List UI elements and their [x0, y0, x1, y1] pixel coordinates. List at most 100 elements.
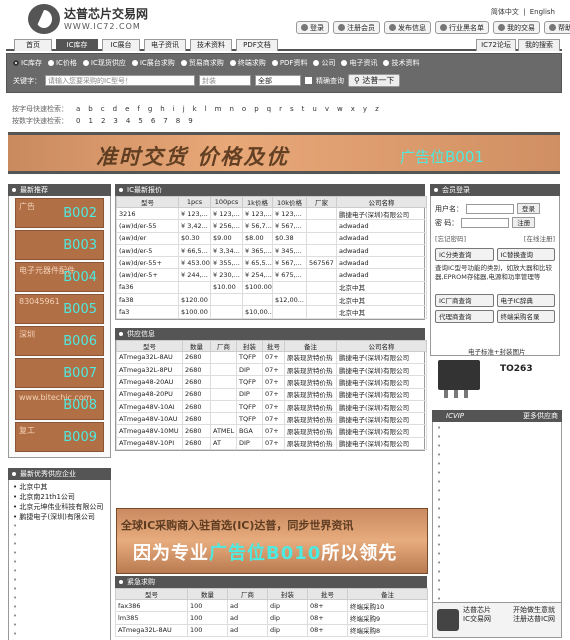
search-submit-button[interactable]: ⚲ 达普一下 [348, 74, 401, 87]
login-button[interactable]: 登录 [296, 21, 329, 34]
table-cell[interactable]: (aw)d/er-55+ [116, 256, 179, 270]
company-name[interactable]: 鹏捷电子(深圳)有限公司 [19, 513, 94, 521]
table-cell[interactable]: fa36 [116, 280, 179, 295]
table-row[interactable]: ATmega32L-8AU 2680 TQFP 07+ 原装现货特价热 鹏捷电子(深圳)有… [116, 350, 427, 364]
table-row[interactable]: ATmega32L-8PU 2680 DIP 07+ 原装现货特价热 鹏捷电子(深圳)有限… [116, 362, 427, 377]
table-row[interactable]: ATmega48-20PU 2680 DIP 07+ 原装现货特价热 鹏捷电子(深圳)有限… [116, 387, 427, 401]
category-select[interactable]: 全部 [255, 75, 301, 86]
username-input[interactable] [466, 203, 514, 214]
letter-link[interactable]: a [76, 105, 80, 113]
tab-home[interactable]: 首页 [14, 39, 52, 51]
letter-link[interactable]: w [337, 105, 343, 113]
table-cell[interactable]: ATmega48V-10AI [116, 399, 183, 414]
brand-name[interactable]: 达普芯片交易网 [64, 5, 148, 22]
recommend-ad[interactable]: 深圳 B006 [15, 326, 104, 356]
table-cell[interactable]: fa3 [116, 305, 179, 319]
company-item[interactable]: • 北京中其 [13, 482, 106, 492]
radio-company[interactable]: 公司 [313, 58, 335, 68]
table-row[interactable]: (aw)d/er $0.30 $9.00 $8.00 $0.38 adwadad [116, 231, 427, 245]
middle-banner-ad[interactable]: 全球IC采购商入驻首选(IC)达普，同步世界资讯 因为专业广告位B010所以领先 [116, 508, 428, 574]
letter-link[interactable]: h [160, 105, 164, 113]
agent-query-button[interactable]: 代理商查询 [435, 310, 494, 323]
package-input[interactable]: 封装 [199, 75, 251, 86]
letter-link[interactable]: r [279, 105, 282, 113]
letter-link[interactable]: y [363, 105, 367, 113]
chip-package-image[interactable]: 电子标准+封装图片 TO263 [432, 346, 562, 406]
table-cell[interactable]: (aw)d/er-5+ [116, 268, 179, 282]
letter-link[interactable]: p [254, 105, 258, 113]
digit-link[interactable]: 9 [188, 117, 192, 125]
letter-link[interactable]: k [193, 105, 197, 113]
table-cell[interactable]: lm385 [115, 611, 188, 625]
radio-ic-price[interactable]: IC价格 [47, 58, 77, 68]
password-input[interactable] [461, 217, 510, 228]
table-row[interactable]: fa36 $10.00 $100.00 北京中其 [116, 280, 427, 295]
table-row[interactable]: fax386 100 ad dip 08+ 终端采购10 [115, 598, 428, 613]
digit-link[interactable]: 2 [101, 117, 105, 125]
letter-link[interactable]: e [125, 105, 129, 113]
top-banner-ad[interactable]: 准时交货 价格及优 广告位B001 [8, 132, 560, 174]
table-cell[interactable]: ATmega48V-10PI [116, 436, 183, 451]
letter-link[interactable]: x [351, 105, 355, 113]
exact-checkbox[interactable] [305, 77, 312, 84]
letter-link[interactable]: u [312, 105, 316, 113]
tab-tech[interactable]: 技术资料 [190, 39, 232, 51]
digit-link[interactable]: 0 [76, 117, 80, 125]
table-row[interactable]: ATmega48V-10AI 2680 TQFP 07+ 原装现货特价热 鹏捷电子(深圳)… [116, 399, 427, 414]
recommend-ad[interactable]: 83045961 B005 [15, 294, 104, 324]
recommend-ad[interactable]: 复工 B009 [15, 422, 104, 452]
my-trade-button[interactable]: 我的交易 [493, 21, 540, 34]
table-row[interactable]: ATmega48V-10AU 2680 TQFP 07+ 原装现货特价热 鹏捷电子(深圳)… [116, 412, 427, 426]
company-item[interactable]: • 鹏捷电子(深圳)有限公司 [13, 512, 106, 522]
table-cell[interactable]: (aw)d/er-5 [116, 243, 179, 258]
digit-link[interactable]: 8 [176, 117, 180, 125]
radio-trader-buy[interactable]: 贸易商求购 [180, 58, 224, 68]
letter-link[interactable]: c [101, 105, 105, 113]
letter-link[interactable]: l [205, 105, 207, 113]
letter-link[interactable]: b [88, 105, 92, 113]
table-cell[interactable]: 3216 [116, 206, 179, 221]
table-row[interactable]: (aw)d/er-5+ ¥ 244,... ¥ 230,... ¥ 254,... ¥ … [116, 268, 427, 282]
tab-ic-stock[interactable]: IC库存 [56, 39, 98, 51]
radio-terminal-buy[interactable]: 终端求购 [229, 58, 266, 68]
letter-link[interactable]: j [183, 105, 185, 113]
digit-link[interactable]: 5 [138, 117, 142, 125]
radio-news[interactable]: 电子资讯 [341, 58, 377, 68]
letter-link[interactable]: q [267, 105, 271, 113]
register-submit-button[interactable]: 注册 [512, 217, 536, 228]
digit-link[interactable]: 1 [88, 117, 92, 125]
recommend-ad[interactable]: www.bitechic.com B008 [15, 390, 104, 420]
recommend-ad[interactable]: 电子元器件配件 B004 [15, 262, 104, 292]
blacklist-button[interactable]: 行业黑名单 [435, 21, 489, 34]
lang-chinese[interactable]: 简体中文 [491, 8, 519, 16]
digit-link[interactable]: 4 [126, 117, 130, 125]
table-cell[interactable]: ATmega48-20PU [116, 387, 183, 401]
table-cell[interactable]: ATmega48V-10MU [116, 424, 183, 438]
radio-ic-stock[interactable]: IC库存 [13, 58, 42, 68]
tab-my-search[interactable]: 我的搜索 [518, 39, 560, 51]
letter-link[interactable]: t [302, 105, 305, 113]
letter-link[interactable]: m [215, 105, 222, 113]
online-register-link[interactable]: [在线注册] [524, 233, 555, 243]
table-row[interactable]: fa38 $120.00 $12,00... 北京中其 [116, 293, 427, 307]
footer-promo[interactable]: 达普芯片 IC交易网 开始做生意就 注册达普IC网 [432, 602, 562, 638]
login-submit-button[interactable]: 登录 [517, 203, 540, 214]
table-cell[interactable]: ATmega32L-8AU [116, 350, 183, 364]
table-row[interactable]: (aw)d/er-5 ¥ 66,5... ¥ 3,34... ¥ 365,... ¥ 3… [116, 243, 427, 258]
icvip-more-link[interactable]: 更多供应商 [523, 410, 558, 422]
publish-button[interactable]: 发布信息 [384, 21, 431, 34]
table-row[interactable]: lm385 100 ad dip 08+ 终端采购9 [115, 611, 428, 625]
table-row[interactable]: 3216 ¥ 123,... ¥ 123,... ¥ 123,... ¥ 123,...… [116, 206, 427, 221]
letter-link[interactable]: f [137, 105, 139, 113]
table-cell[interactable]: ATmega32L-8AU [115, 623, 188, 637]
radio-pdf[interactable]: PDF资料 [271, 58, 307, 68]
digit-link[interactable]: 3 [113, 117, 117, 125]
help-button[interactable]: 帮助 [544, 21, 570, 34]
table-cell[interactable]: fax386 [115, 598, 188, 613]
letter-link[interactable]: v [325, 105, 329, 113]
digit-link[interactable]: 7 [163, 117, 167, 125]
table-row[interactable]: fa3 $100.00 $10,00... 北京中其 [116, 305, 427, 319]
table-cell[interactable]: ATmega32L-8PU [116, 362, 183, 377]
recommend-ad[interactable]: B003 [15, 230, 104, 260]
table-row[interactable]: ATmega48V-10MU 2680 ATMEL BGA 07+ 原装现货特价热 鹏捷电子… [116, 424, 427, 438]
